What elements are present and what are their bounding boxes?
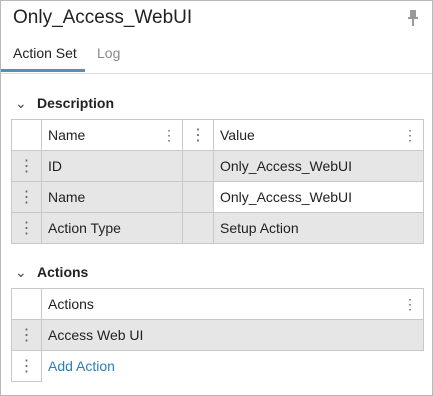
tab-log[interactable]: Log <box>97 45 120 61</box>
table-row[interactable]: ⋮ Access Web UI <box>11 319 424 351</box>
description-section-title: Description <box>37 95 115 111</box>
row-value-cell[interactable]: Setup Action <box>213 212 424 244</box>
actions-section-title: Actions <box>37 264 89 280</box>
table-row[interactable]: ⋮ Name Only_Access_WebUI <box>11 181 424 213</box>
table-header-row: Actions ⋮ <box>11 288 424 320</box>
add-action-link[interactable]: Add Action <box>48 358 115 374</box>
row-spacer-cell <box>182 181 214 213</box>
column-header-actions[interactable]: Actions ⋮ <box>41 288 424 320</box>
column-header-value[interactable]: Value ⋮ <box>213 119 424 151</box>
row-spacer-cell <box>182 212 214 244</box>
drag-handle-icon[interactable]: ⋮ <box>11 350 42 382</box>
chevron-down-icon: ⌄ <box>15 95 27 111</box>
drag-handle-icon[interactable]: ⋮ <box>11 181 42 213</box>
description-table: Name ⋮ ⋮ Value ⋮ ⋮ ID Only_Access_WebUI ⋮ … <box>11 119 424 244</box>
row-name-cell: Action Type <box>41 212 183 244</box>
row-handle-header <box>11 119 42 151</box>
column-header-value-label: Value <box>220 126 255 143</box>
column-menu-icon[interactable]: ⋮ <box>403 127 417 144</box>
row-handle-header <box>11 288 42 320</box>
drag-handle-icon[interactable]: ⋮ <box>11 319 42 351</box>
active-tab-indicator <box>1 69 85 72</box>
drag-handle-icon[interactable]: ⋮ <box>11 150 42 182</box>
column-menu-icon[interactable]: ⋮ <box>162 127 176 144</box>
table-row[interactable]: ⋮ Action Type Setup Action <box>11 212 424 244</box>
chevron-down-icon: ⌄ <box>15 264 27 280</box>
column-menu-icon[interactable]: ⋮ <box>182 119 214 151</box>
action-cell[interactable]: Access Web UI <box>41 319 424 351</box>
column-header-name[interactable]: Name ⋮ <box>41 119 183 151</box>
description-section-header[interactable]: ⌄ Description <box>15 95 114 112</box>
table-header-row: Name ⋮ ⋮ Value ⋮ <box>11 119 424 151</box>
tab-bar: Action Set Log <box>1 39 432 74</box>
tab-action-set[interactable]: Action Set <box>13 45 77 61</box>
column-header-name-label: Name <box>48 126 86 143</box>
table-row[interactable]: ⋮ ID Only_Access_WebUI <box>11 150 424 182</box>
panel-title: Only_Access_WebUI <box>13 7 193 28</box>
row-value-cell[interactable]: Only_Access_WebUI <box>213 150 424 182</box>
actions-section-header[interactable]: ⌄ Actions <box>15 264 88 281</box>
properties-panel: Only_Access_WebUI Action Set Log ⌄ Descri… <box>0 0 433 396</box>
drag-handle-icon[interactable]: ⋮ <box>11 212 42 244</box>
row-name-cell: Name <box>41 181 183 213</box>
row-value-cell[interactable]: Only_Access_WebUI <box>213 181 424 213</box>
add-action-row[interactable]: ⋮ Add Action <box>11 350 424 382</box>
row-spacer-cell <box>182 150 214 182</box>
pin-icon[interactable] <box>406 9 420 27</box>
column-header-actions-label: Actions <box>48 295 94 312</box>
column-menu-icon[interactable]: ⋮ <box>403 296 417 313</box>
actions-table: Actions ⋮ ⋮ Access Web UI ⋮ Add Action <box>11 288 424 382</box>
row-name-cell: ID <box>41 150 183 182</box>
